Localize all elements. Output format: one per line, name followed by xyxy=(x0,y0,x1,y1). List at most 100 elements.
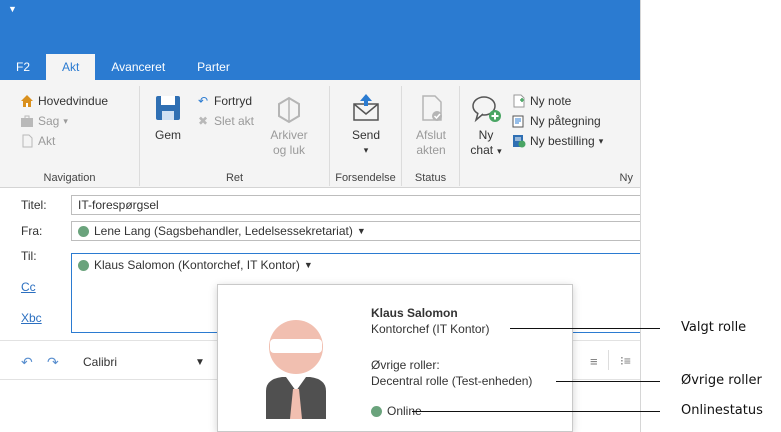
hovedvindue-button[interactable]: Hovedvindue xyxy=(20,92,108,110)
group-label-forsendelse: Forsendelse xyxy=(335,172,396,184)
redo-icon[interactable]: ↷ xyxy=(47,354,59,371)
fra-row: Fra: Lene Lang (Sagsbehandler, Ledelsess… xyxy=(0,220,640,242)
save-icon xyxy=(152,92,184,124)
ny-note-button[interactable]: Ny note xyxy=(512,92,571,110)
send-button[interactable]: Send ▾ xyxy=(344,92,388,158)
chevron-down-icon[interactable]: ▼ xyxy=(304,260,313,270)
arkiver-button[interactable]: Arkiver og luk xyxy=(266,92,312,158)
callout-line-ovrige-roller xyxy=(556,381,660,382)
slet-akt-label: Slet akt xyxy=(214,114,255,128)
online-status-icon xyxy=(371,405,382,417)
group-label-status: Status xyxy=(414,172,447,184)
group-ny: Ny chat▾ Ny note Ny påtegning Ny bestil xyxy=(460,86,640,186)
slet-akt-button[interactable]: ✖ Slet akt xyxy=(196,112,254,130)
afslut-label-1: Afslut xyxy=(415,128,446,142)
til-recipient-chip[interactable]: Klaus Salomon (Kontorchef, IT Kontor) ▼ xyxy=(78,258,313,272)
tab-akt[interactable]: Akt xyxy=(46,54,96,80)
tab-avanceret[interactable]: Avanceret xyxy=(95,54,181,80)
sag-button[interactable]: Sag ▾ xyxy=(20,112,68,130)
delete-icon: ✖ xyxy=(197,114,209,128)
archive-icon xyxy=(273,92,305,124)
chevron-down-icon: ▾ xyxy=(497,146,502,156)
app-window: ▼ F2 Akt Avanceret Parter Hovedvindue Sa… xyxy=(0,0,641,432)
ny-bestilling-button[interactable]: Ny bestilling ▾ xyxy=(512,132,603,150)
tab-f2[interactable]: F2 xyxy=(0,54,46,80)
afslut-label-2: akten xyxy=(416,143,446,157)
ny-bestilling-label: Ny bestilling xyxy=(530,134,595,148)
title-bar: ▼ F2 Akt Avanceret Parter xyxy=(0,0,640,80)
cc-link[interactable]: Cc xyxy=(21,280,36,294)
ribbon: Hovedvindue Sag ▾ Akt Navigation Gem ↶ F… xyxy=(0,80,640,188)
callout-onlinestatus: Onlinestatus xyxy=(681,403,763,418)
contact-card-popup: Klaus Salomon Kontorchef (IT Kontor) Øvr… xyxy=(217,284,573,432)
chevron-down-icon[interactable]: ▼ xyxy=(357,226,366,236)
fortryd-label: Fortryd xyxy=(214,94,253,108)
hovedvindue-label: Hovedvindue xyxy=(38,94,109,108)
titel-row: Titel: IT-forespørgsel xyxy=(0,194,640,216)
group-label-navigation: Navigation xyxy=(43,172,96,184)
note-icon xyxy=(512,94,526,108)
sag-label: Sag xyxy=(38,114,60,128)
ny-paategning-button[interactable]: Ny påtegning xyxy=(512,112,601,130)
group-label-ny: Ny xyxy=(619,172,633,184)
contact-name: Klaus Salomon xyxy=(371,306,458,320)
group-ret: Gem ↶ Fortryd ✖ Slet akt Arkiver og luk … xyxy=(140,86,330,186)
callout-line-valgt-rolle xyxy=(510,328,660,329)
align-right-icon[interactable]: ≡ xyxy=(590,354,598,369)
callout-valgt-rolle: Valgt rolle xyxy=(681,320,747,335)
callout-line-onlinestatus xyxy=(412,411,660,412)
ny-paategning-label: Ny påtegning xyxy=(530,114,601,128)
online-status-icon xyxy=(78,225,89,237)
undo-icon: ↶ xyxy=(197,94,209,108)
ny-chat-label-2: chat xyxy=(470,143,494,157)
group-navigation: Hovedvindue Sag ▾ Akt Navigation xyxy=(0,86,140,186)
order-icon xyxy=(512,134,526,148)
ny-note-label: Ny note xyxy=(530,94,572,108)
arkiver-label-2: og luk xyxy=(272,143,306,157)
chevron-down-icon: ▾ xyxy=(63,115,68,126)
ribbon-tabs: F2 Akt Avanceret Parter xyxy=(0,54,246,80)
titel-input[interactable]: IT-forespørgsel xyxy=(71,195,640,215)
font-family-select[interactable]: Calibri xyxy=(83,355,117,369)
arkiver-label-1: Arkiver xyxy=(270,128,308,142)
finish-document-icon xyxy=(415,92,447,124)
group-forsendelse: Send ▾ Forsendelse xyxy=(330,86,402,186)
case-icon xyxy=(20,114,34,128)
avatar-icon xyxy=(266,320,326,419)
akt-button[interactable]: Akt xyxy=(20,132,55,150)
online-status-icon xyxy=(78,259,89,271)
send-mail-icon xyxy=(350,92,382,124)
group-status: Afslut akten Status xyxy=(402,86,460,186)
tab-parter[interactable]: Parter xyxy=(181,54,246,80)
xbc-link[interactable]: Xbc xyxy=(21,311,42,325)
chevron-down-icon: ▾ xyxy=(598,135,604,146)
til-label: Til: xyxy=(21,249,37,263)
fra-field[interactable]: Lene Lang (Sagsbehandler, Ledelsessekret… xyxy=(71,221,640,241)
other-roles-label: Øvrige roller: xyxy=(371,358,440,372)
document-icon xyxy=(20,134,34,148)
chevron-down-icon: ▾ xyxy=(363,145,369,155)
other-roles-value: Decentral rolle (Test-enheden) xyxy=(371,374,533,388)
afslut-akten-button[interactable]: Afslut akten xyxy=(409,92,453,158)
gem-button[interactable]: Gem xyxy=(146,92,190,143)
send-label: Send xyxy=(351,128,381,142)
quick-access-dropdown-icon[interactable]: ▼ xyxy=(8,4,17,14)
akt-label: Akt xyxy=(38,134,56,148)
group-label-ret: Ret xyxy=(225,172,244,184)
home-icon xyxy=(20,94,34,108)
ny-chat-label-1: Ny xyxy=(478,128,494,142)
ny-chat-button[interactable]: Ny chat ▾ xyxy=(466,92,506,159)
annotation-icon xyxy=(512,114,526,128)
gem-label: Gem xyxy=(154,128,181,142)
contact-selected-role: Kontorchef (IT Kontor) xyxy=(371,322,490,336)
callout-ovrige-roller: Øvrige roller xyxy=(681,373,762,388)
til-value: Klaus Salomon (Kontorchef, IT Kontor) xyxy=(94,258,300,272)
fra-label: Fra: xyxy=(21,224,43,238)
numbered-list-icon[interactable]: ⁝≡ xyxy=(620,354,631,368)
fortryd-button[interactable]: ↶ Fortryd xyxy=(196,92,252,110)
titel-label: Titel: xyxy=(21,198,47,212)
titel-value: IT-forespørgsel xyxy=(78,198,159,212)
toolbar-divider xyxy=(608,350,609,370)
chevron-down-icon[interactable]: ▼ xyxy=(195,357,205,368)
undo-icon[interactable]: ↶ xyxy=(21,354,33,371)
